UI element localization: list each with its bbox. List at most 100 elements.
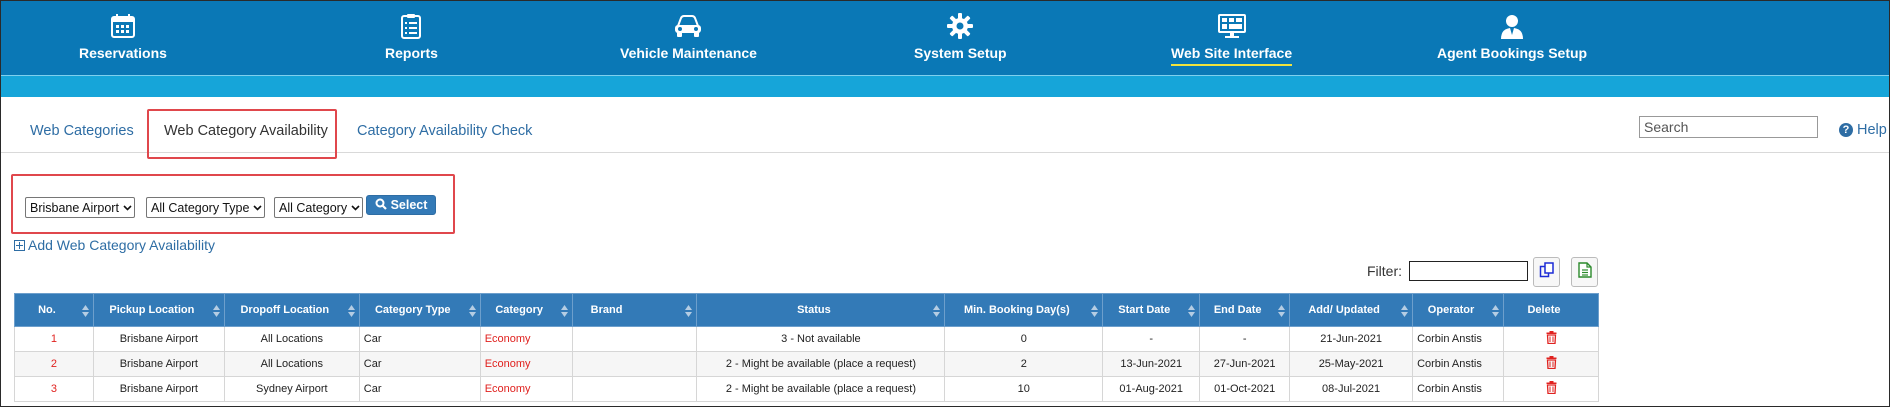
nav-label: Reports [385,45,438,61]
table-row[interactable]: 1 Brisbane Airport All Locations Car Eco… [14,326,1599,352]
sort-icon [1091,305,1099,317]
nav-label: Agent Bookings Setup [1437,45,1588,61]
sort-icon [685,305,693,317]
category-cell[interactable]: Economy [479,376,573,402]
table-row[interactable]: 2 Brisbane Airport All Locations Car Eco… [14,351,1599,377]
start-date-cell: 01-Aug-2021 [1102,376,1201,402]
table-row[interactable]: 3 Brisbane Airport Sydney Airport Car Ec… [14,376,1599,402]
nav-item-reservations[interactable]: Reservations [79,1,167,75]
dropoff-location-cell: All Locations [223,351,360,377]
column-header[interactable]: Pickup Location [92,293,225,327]
operator-cell: Corbin Anstis [1412,376,1505,402]
sort-icon [1188,305,1196,317]
column-header[interactable]: Brand [571,293,698,327]
category-select-value: All Category [279,200,348,215]
column-header[interactable]: End Date [1199,293,1291,327]
column-header[interactable]: Operator [1412,293,1505,327]
sort-icon [1401,305,1409,317]
category-type-select[interactable]: All Category Type [146,197,265,218]
help-icon: ? [1839,123,1853,137]
nav-item-agent-bookings-setup[interactable]: Agent Bookings Setup [1437,1,1587,75]
add-web-category-availability-link[interactable]: Add Web Category Availability [14,237,215,253]
tab-category-availability-check[interactable]: Category Availability Check [357,123,532,139]
min-booking-days-cell: 10 [944,376,1104,402]
chevron-down-icon [123,204,132,211]
sort-icon [468,305,476,317]
updated-date-cell: 21-Jun-2021 [1289,326,1414,352]
row-number: 3 [14,376,94,402]
calendar-icon [108,11,138,41]
min-booking-days-cell: 2 [944,351,1104,377]
category-cell[interactable]: Economy [479,326,573,352]
row-number: 2 [14,351,94,377]
delete-cell [1503,376,1599,402]
active-tab-highlight [147,109,337,159]
start-date-cell: - [1102,326,1201,352]
search-input[interactable] [1639,116,1818,138]
export-excel-button[interactable] [1571,257,1598,287]
location-select[interactable]: Brisbane Airport [25,197,135,218]
end-date-cell: 27-Jun-2021 [1199,351,1291,377]
add-link-label: Add Web Category Availability [28,237,216,253]
agent-icon [1497,11,1527,41]
delete-icon[interactable] [1546,381,1557,394]
gear-icon [945,11,975,41]
category-select[interactable]: All Category [274,197,363,218]
delete-icon[interactable] [1546,356,1557,369]
brand-cell [571,351,698,377]
filter-input[interactable] [1409,261,1528,281]
end-date-cell: 01-Oct-2021 [1199,376,1291,402]
category-cell[interactable]: Economy [479,351,573,377]
delete-cell [1503,326,1599,352]
operator-cell: Corbin Anstis [1412,351,1505,377]
column-header[interactable]: Start Date [1102,293,1201,327]
column-header[interactable]: Category [479,293,573,327]
help-link[interactable]: ? Help [1839,122,1887,138]
nav-item-system-setup[interactable]: System Setup [914,1,1007,75]
column-header[interactable]: No. [14,293,94,327]
nav-label: Vehicle Maintenance [620,45,757,61]
location-select-value: Brisbane Airport [30,200,119,215]
nav-label: System Setup [914,45,1007,61]
category-type-cell: Car [358,351,481,377]
delete-icon[interactable] [1546,331,1557,344]
nav-item-reports[interactable]: Reports [385,1,438,75]
sort-icon [560,305,568,317]
column-header[interactable]: Status [696,293,946,327]
top-navigation: Reservations Reports Vehicle Maintenance… [1,1,1889,75]
app-frame: Reservations Reports Vehicle Maintenance… [0,0,1890,407]
brand-cell [571,376,698,402]
sort-icon [81,305,89,317]
column-header[interactable]: Dropoff Location [223,293,360,327]
select-button-label: Select [390,198,428,212]
chevron-down-icon [253,204,263,211]
status-cell: 2 - Might be available (place a request) [696,376,946,402]
column-header[interactable]: Min. Booking Day(s) [944,293,1104,327]
column-header[interactable]: Category Type [358,293,481,327]
nav-label: Reservations [79,45,167,61]
plus-square-icon [14,239,25,251]
brand-cell [571,326,698,352]
tab-web-categories[interactable]: Web Categories [30,123,134,139]
delete-cell [1503,351,1599,377]
select-button[interactable]: Select [366,195,436,215]
column-header[interactable]: Add/ Updated [1289,293,1414,327]
dropoff-location-cell: All Locations [223,326,360,352]
nav-item-vehicle-maintenance[interactable]: Vehicle Maintenance [620,1,757,75]
sort-icon [347,305,355,317]
start-date-cell: 13-Jun-2021 [1102,351,1201,377]
updated-date-cell: 25-May-2021 [1289,351,1414,377]
chevron-down-icon [351,204,360,211]
sort-icon [1278,305,1286,317]
pickup-location-cell: Brisbane Airport [92,326,225,352]
category-type-cell: Car [358,376,481,402]
min-booking-days-cell: 0 [944,326,1104,352]
category-type-cell: Car [358,326,481,352]
dropoff-location-cell: Sydney Airport [223,376,360,402]
sort-icon [933,305,941,317]
help-label: Help [1857,122,1887,138]
table-header-row: No. Pickup Location Dropoff Location Cat… [14,293,1599,327]
status-cell: 3 - Not available [696,326,946,352]
nav-item-web-site-interface[interactable]: Web Site Interface [1171,1,1293,75]
copy-button[interactable] [1533,257,1560,287]
